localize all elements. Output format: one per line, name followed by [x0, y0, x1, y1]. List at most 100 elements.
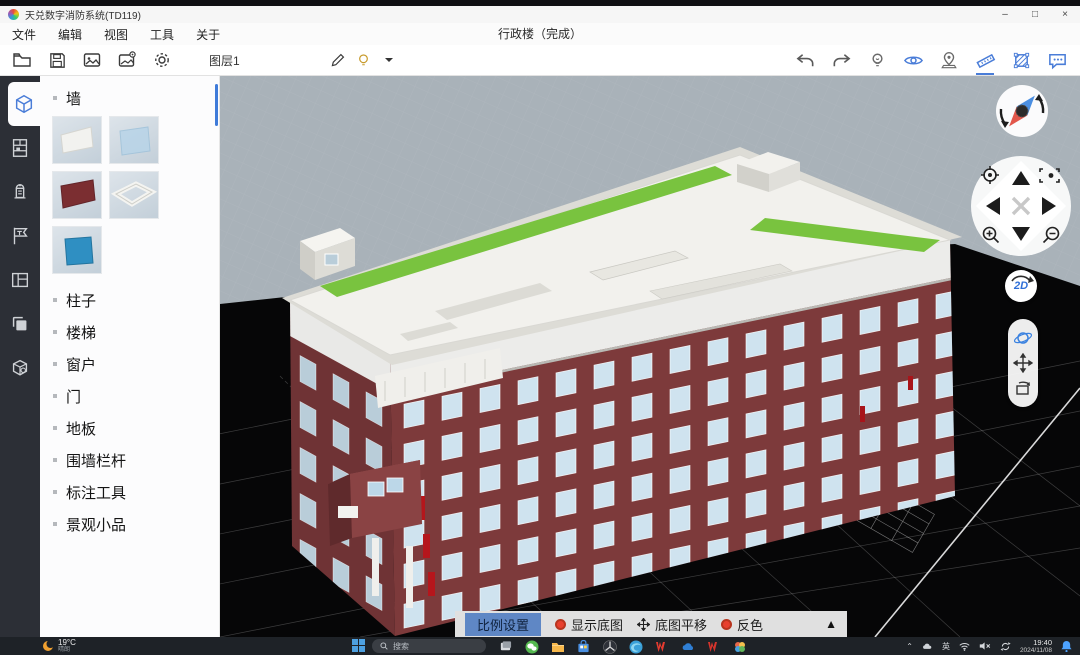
export-image-button[interactable] — [79, 48, 105, 72]
bullet-icon — [53, 298, 57, 302]
wall-thumb-room-outline[interactable] — [109, 171, 159, 219]
menu-edit[interactable]: 编辑 — [58, 26, 82, 43]
fire-hydrant-icon — [9, 181, 31, 203]
location-button[interactable] — [936, 48, 962, 72]
application-window: 天兑数字消防系统(TD119) – □ × 文件 编辑 视图 工具 关于 行政楼… — [0, 0, 1080, 655]
collapse-panel-button[interactable]: ▲ — [825, 617, 837, 631]
scale-settings-button[interactable]: 比例设置 — [465, 613, 541, 636]
toolbar-right-group — [782, 48, 1070, 72]
rotate-view-button[interactable] — [1012, 377, 1034, 399]
category-door[interactable]: 门 — [40, 380, 219, 412]
taskbar-search[interactable]: 搜索 — [372, 639, 486, 653]
rail-furniture-button[interactable] — [0, 126, 40, 170]
rail-fire-hydrant-button[interactable] — [0, 170, 40, 214]
ruler-icon — [975, 50, 996, 71]
navigation-pad[interactable] — [970, 155, 1072, 257]
folder-icon — [551, 640, 565, 654]
moon-weather-icon — [42, 640, 54, 652]
cloud-app-button[interactable] — [680, 639, 695, 654]
wifi-icon[interactable] — [959, 642, 970, 651]
rail-components-button[interactable] — [8, 82, 40, 126]
close-button[interactable]: × — [1050, 6, 1080, 23]
layer-dropdown-button[interactable] — [376, 48, 402, 72]
tray-expand-icon[interactable]: ⌃ — [906, 642, 913, 651]
sidebar-scrollbar[interactable] — [215, 84, 218, 126]
notification-bell-icon[interactable] — [1061, 640, 1072, 652]
sync-update-icon[interactable] — [1000, 641, 1011, 652]
rail-component-library-button[interactable] — [0, 346, 40, 390]
pan-move-button[interactable] — [1012, 352, 1034, 374]
light-mode-button[interactable] — [864, 48, 890, 72]
wechat-app-button[interactable] — [524, 639, 539, 654]
wall-thumb-white-wall[interactable] — [52, 116, 102, 164]
rail-annotation-button[interactable] — [0, 214, 40, 258]
maximize-button[interactable]: □ — [1020, 6, 1050, 23]
taskbar-weather[interactable]: 19°C 晴朗 — [42, 637, 76, 655]
save-button[interactable] — [44, 48, 70, 72]
wps2-app-button[interactable] — [706, 639, 721, 654]
settings-button[interactable] — [149, 48, 175, 72]
category-landscape[interactable]: 景观小品 — [40, 508, 219, 540]
compass-widget[interactable] — [995, 84, 1049, 138]
category-floor[interactable]: 地板 — [40, 412, 219, 444]
menu-tools[interactable]: 工具 — [150, 26, 174, 43]
show-basemap-toggle[interactable]: 显示底图 — [555, 615, 623, 634]
edge-browser-button[interactable] — [628, 639, 643, 654]
wall-thumb-glass-wall[interactable] — [109, 116, 159, 164]
minimize-button[interactable]: – — [990, 6, 1020, 23]
category-column[interactable]: 柱子 — [40, 284, 219, 316]
category-stairs[interactable]: 楼梯 — [40, 316, 219, 348]
mode-2d-button[interactable]: 2D — [1005, 270, 1037, 302]
comments-button[interactable] — [1044, 48, 1070, 72]
category-wall[interactable]: 墙 — [40, 82, 219, 114]
wps-w2-icon — [707, 640, 721, 654]
base-map-button[interactable] — [114, 48, 140, 72]
td-app-button[interactable] — [602, 639, 617, 654]
viewport-3d-scene[interactable]: 首层平面图 防火分区配置表 — [220, 76, 1080, 637]
bullet-icon — [53, 522, 57, 526]
move-icon — [1013, 353, 1033, 373]
visibility-button[interactable] — [900, 48, 926, 72]
layer-name-field[interactable]: 图层1 — [201, 50, 315, 70]
wall-thumb-blue-wall[interactable] — [52, 226, 102, 274]
category-window[interactable]: 窗户 — [40, 348, 219, 380]
ime-indicator[interactable]: 英 — [942, 641, 950, 652]
photos-app-button[interactable] — [732, 639, 747, 654]
measure-button[interactable] — [972, 48, 998, 72]
viewport-3d[interactable]: 首层平面图 防火分区配置表 — [220, 76, 1080, 637]
layer-light-button[interactable] — [350, 48, 376, 72]
task-view-button[interactable] — [498, 639, 513, 654]
wall-thumb-red-wall[interactable] — [52, 171, 102, 219]
toolbar: 图层1 — [0, 45, 1080, 76]
wall-thumbnails — [40, 114, 208, 284]
cube-3d-icon — [13, 93, 35, 115]
open-folder-button[interactable] — [9, 48, 35, 72]
orbit-view-button[interactable] — [1012, 327, 1034, 349]
menu-about[interactable]: 关于 — [196, 26, 220, 43]
wps-app-button[interactable] — [654, 639, 669, 654]
category-annotation-tools[interactable]: 标注工具 — [40, 476, 219, 508]
rail-layout-button[interactable] — [0, 258, 40, 302]
ms-store-button[interactable] — [576, 639, 591, 654]
file-explorer-button[interactable] — [550, 639, 565, 654]
bullet-icon — [53, 330, 57, 334]
wechat-icon — [525, 640, 539, 654]
invert-color-toggle[interactable]: 反色 — [721, 615, 763, 634]
undo-button[interactable] — [792, 48, 818, 72]
start-button[interactable] — [352, 639, 365, 652]
onedrive-cloud-icon[interactable] — [922, 642, 933, 651]
furniture-shelf-icon — [9, 137, 31, 159]
menu-file[interactable]: 文件 — [12, 26, 36, 43]
redo-button[interactable] — [828, 48, 854, 72]
taskbar-clock[interactable]: 19:40 2024/11/08 — [1020, 639, 1052, 654]
hatch-region-icon — [1011, 50, 1032, 71]
region-select-button[interactable] — [1008, 48, 1034, 72]
layout-window-icon — [9, 269, 31, 291]
menu-view[interactable]: 视图 — [104, 26, 128, 43]
radio-red-icon — [721, 619, 732, 630]
edit-layer-button[interactable] — [324, 48, 350, 72]
pan-basemap-button[interactable]: 底图平移 — [637, 615, 707, 634]
speaker-mute-icon[interactable] — [979, 641, 991, 651]
rail-layers-button[interactable] — [0, 302, 40, 346]
category-fence[interactable]: 围墙栏杆 — [40, 444, 219, 476]
